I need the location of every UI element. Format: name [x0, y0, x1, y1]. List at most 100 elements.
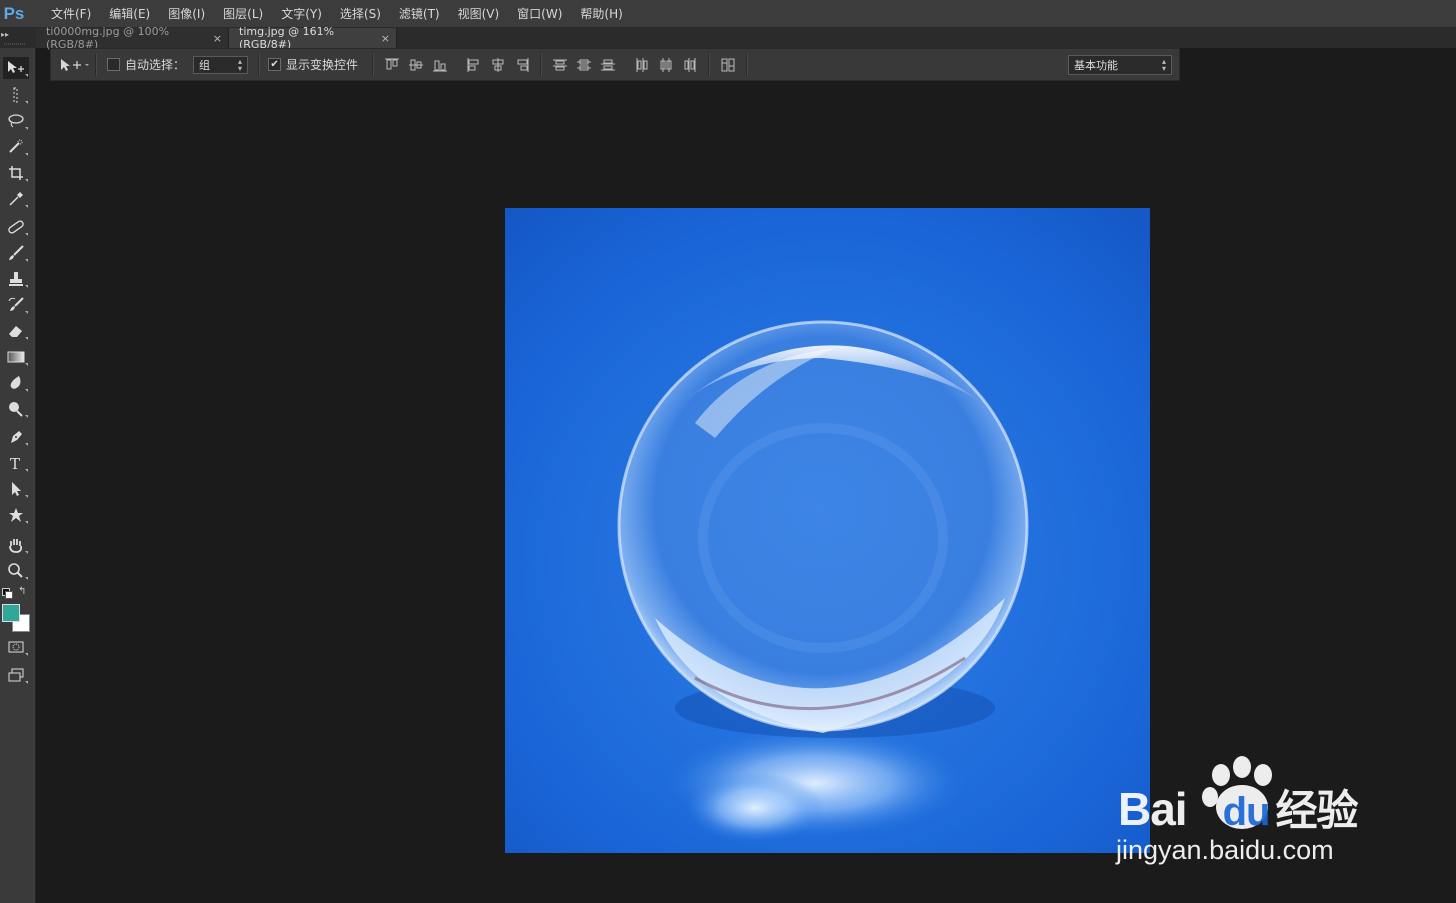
menu-file[interactable]: 文件(F) — [42, 0, 100, 28]
auto-select-label: 自动选择： — [125, 58, 186, 72]
crop-icon — [9, 166, 23, 180]
quick-mask-button[interactable] — [3, 636, 29, 658]
stamp-icon — [9, 272, 23, 286]
distribute-left-icon[interactable] — [634, 57, 650, 73]
distribute-top-icon[interactable] — [552, 57, 568, 73]
eraser-tool[interactable] — [3, 320, 29, 342]
close-icon[interactable]: × — [381, 32, 390, 45]
distribute-horizontal-centers-icon[interactable] — [658, 57, 674, 73]
bandage-icon — [8, 220, 24, 234]
auto-select-dropdown[interactable]: 组 ▴ ▾ — [193, 55, 249, 74]
zoom-tool[interactable] — [3, 560, 29, 582]
svg-text:▸▸: ▸▸ — [1, 30, 9, 39]
brand-du: du — [1222, 790, 1271, 834]
distribute-vertical-centers-icon[interactable] — [576, 57, 592, 73]
divider — [258, 53, 261, 76]
watermark-url: jingyan.baidu.com — [1116, 835, 1334, 865]
checkmark-icon: ✔ — [268, 58, 282, 71]
dodge-icon — [9, 402, 23, 417]
auto-select-checkbox[interactable]: 自动选择： — [107, 56, 185, 73]
swap-colors-icon[interactable]: ↰ — [18, 586, 26, 597]
menu-filter[interactable]: 滤镜(T) — [390, 0, 449, 28]
marquee-icon — [13, 87, 18, 103]
eraser-icon — [9, 326, 22, 337]
blur-tool[interactable] — [3, 372, 29, 394]
eyedropper-tool[interactable] — [3, 188, 29, 210]
align-vertical-centers-icon[interactable] — [408, 57, 424, 73]
healing-brush-tool[interactable] — [3, 216, 29, 238]
menu-layer[interactable]: 图层(L) — [214, 0, 272, 28]
menu-image[interactable]: 图像(I) — [159, 0, 214, 28]
brush-icon — [9, 245, 24, 260]
align-right-edges-icon[interactable] — [514, 57, 530, 73]
align-horizontal-centers-icon[interactable] — [490, 57, 506, 73]
water-drop-icon — [10, 376, 21, 389]
menu-window[interactable]: 窗口(W) — [508, 0, 571, 28]
move-tool-icon — [8, 61, 24, 73]
arrow-pointer-icon — [12, 482, 21, 496]
quick-select-tool[interactable] — [3, 136, 29, 158]
workspace-label: 基本功能 — [1074, 58, 1118, 72]
marquee-tool[interactable] — [3, 84, 29, 106]
screen-mode-button[interactable] — [3, 664, 29, 686]
quick-select-icon — [9, 139, 23, 153]
divider — [746, 53, 749, 76]
screen-mode-icon — [8, 668, 24, 682]
svg-text:T: T — [10, 455, 20, 471]
custom-shape-icon — [9, 508, 23, 522]
align-bottom-edges-icon[interactable] — [432, 57, 448, 73]
auto-align-layers-icon[interactable] — [720, 57, 736, 73]
gradient-icon — [7, 351, 25, 363]
toolbox: T ↰ — [0, 48, 36, 903]
lasso-icon — [8, 114, 24, 128]
foreground-color-swatch[interactable] — [2, 604, 20, 622]
crop-tool[interactable] — [3, 162, 29, 184]
menu-type[interactable]: 文字(Y) — [272, 0, 331, 28]
history-brush-tool[interactable] — [3, 294, 29, 316]
path-select-tool[interactable] — [3, 478, 29, 500]
gradient-tool[interactable] — [3, 346, 29, 368]
move-tool[interactable] — [3, 57, 29, 79]
eyedropper-icon — [9, 192, 23, 206]
close-icon[interactable]: × — [213, 32, 222, 45]
type-tool[interactable]: T — [3, 452, 29, 474]
magnifier-icon — [8, 563, 23, 578]
pen-tool[interactable] — [3, 426, 29, 448]
brush-tool[interactable] — [3, 242, 29, 264]
default-colors-icon[interactable] — [2, 588, 13, 599]
menu-help[interactable]: 帮助(H) — [571, 0, 631, 28]
distribute-bottom-icon[interactable] — [600, 57, 616, 73]
show-transform-checkbox[interactable]: ✔ 显示变换控件 — [268, 56, 358, 73]
align-left-edges-icon[interactable] — [466, 57, 482, 73]
divider — [540, 53, 543, 76]
baidu-jingyan-watermark: Bai du 经验 jingyan.baidu.com — [1114, 755, 1384, 870]
stepper-arrows-icon: ▴ ▾ — [1161, 56, 1166, 73]
collapse-arrows-icon: ▸▸ — [1, 30, 26, 45]
options-bar: 自动选择： 组 ▴ ▾ ✔ 显示变换控件 基本功能 ▴ ▾ — [50, 48, 1180, 81]
tool-preset-picker[interactable] — [59, 57, 89, 73]
menu-select[interactable]: 选择(S) — [331, 0, 390, 28]
workspace-switcher[interactable]: 基本功能 ▴ ▾ — [1068, 54, 1172, 75]
tab-ti0000mg[interactable]: ti0000mg.jpg @ 100%(RGB/8#) × — [36, 25, 229, 51]
shape-tool[interactable] — [3, 504, 29, 526]
clone-stamp-tool[interactable] — [3, 268, 29, 290]
document-canvas[interactable] — [505, 208, 1150, 853]
dodge-tool[interactable] — [3, 398, 29, 420]
toolbox-header[interactable]: ▸▸ — [0, 28, 36, 48]
crystal-ball-image — [505, 208, 1150, 853]
watermark-brand: Bai du 经验 — [1118, 777, 1358, 838]
stepper-arrows-icon: ▴ ▾ — [238, 56, 243, 73]
menu-bar: Ps 文件(F) 编辑(E) 图像(I) 图层(L) 文字(Y) 选择(S) 滤… — [0, 0, 1456, 28]
distribute-right-icon[interactable] — [682, 57, 698, 73]
brand-jingyan: 经验 — [1275, 787, 1358, 834]
menu-view[interactable]: 视图(V) — [449, 0, 509, 28]
align-top-edges-icon[interactable] — [384, 57, 400, 73]
show-transform-label: 显示变换控件 — [286, 58, 359, 72]
tab-timg[interactable]: timg.jpg @ 161%(RGB/8#) × — [229, 25, 397, 51]
hand-tool[interactable] — [3, 534, 29, 556]
menu-edit[interactable]: 编辑(E) — [100, 0, 159, 28]
hand-icon — [9, 539, 23, 553]
photoshop-logo[interactable]: Ps — [0, 0, 28, 28]
lasso-tool[interactable] — [3, 110, 29, 132]
quick-mask-icon — [8, 641, 24, 653]
